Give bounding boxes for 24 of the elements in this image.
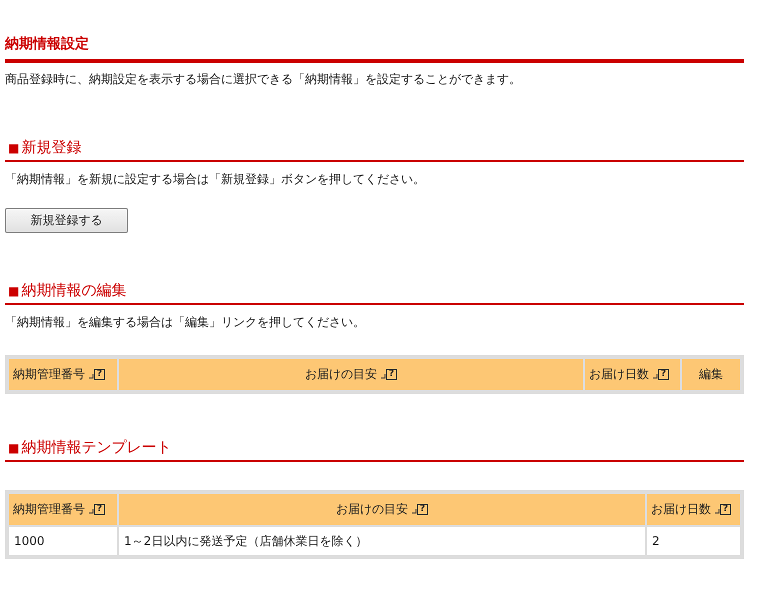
help-icon[interactable]: ?	[94, 504, 105, 515]
help-icon[interactable]: ?	[658, 369, 669, 380]
help-icon[interactable]: ?	[94, 369, 105, 380]
table-cell: 1～2日以内に発送予定（店舗休業日を除く）	[119, 527, 645, 555]
section-heading: ■新規登録	[5, 138, 744, 162]
column-header: お届けの目安 ?	[119, 494, 645, 525]
help-icon[interactable]: ?	[417, 504, 428, 515]
column-header: お届け日数 ?	[647, 494, 740, 525]
register-button[interactable]: 新規登録する	[5, 208, 128, 233]
column-header: 納期管理番号 ?	[9, 359, 117, 390]
table-cell: 1000	[9, 527, 117, 555]
section-heading: ■納期情報テンプレート	[5, 438, 744, 462]
column-header: お届け日数 ?	[585, 359, 680, 390]
column-header: 編集	[682, 359, 740, 390]
section-description: 「納期情報」を新規に設定する場合は「新規登録」ボタンを押してください。	[5, 171, 426, 188]
section-description: 「納期情報」を編集する場合は「編集」リンクを押してください。	[5, 314, 366, 331]
section-heading: ■納期情報の編集	[5, 281, 744, 305]
column-header: 納期管理番号 ?	[9, 494, 117, 525]
page-title: 納期情報設定	[5, 0, 744, 63]
help-icon[interactable]: ?	[720, 504, 731, 515]
table-cell: 2	[647, 527, 740, 555]
column-header: お届けの目安 ?	[119, 359, 583, 390]
page-description: 商品登録時に、納期設定を表示する場合に選択できる「納期情報」を設定することができます。	[5, 71, 522, 88]
help-icon[interactable]: ?	[386, 369, 397, 380]
